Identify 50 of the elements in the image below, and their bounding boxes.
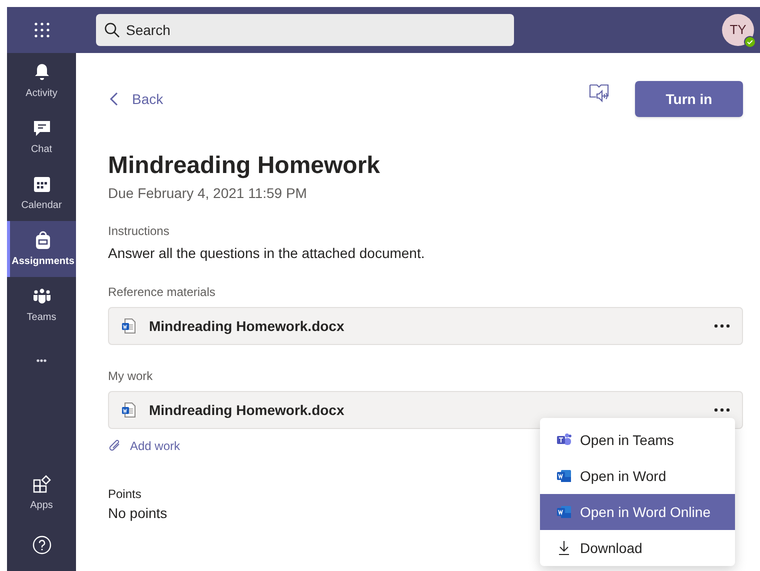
immersive-reader-icon[interactable] — [589, 83, 609, 103]
sidebar-item[interactable]: Teams — [7, 277, 76, 333]
more-options-icon[interactable] — [714, 324, 730, 328]
file-name: Mindreading Homework.docx — [149, 316, 344, 336]
word-file-icon — [121, 318, 137, 334]
sidebar-label: Calendar — [21, 198, 62, 212]
chevron-left-icon — [108, 91, 120, 107]
due-date: Due February 4, 2021 11:59 PM — [108, 184, 308, 203]
menu-item[interactable]: Download — [540, 530, 735, 566]
back-link[interactable]: Back — [108, 88, 164, 110]
avatar[interactable]: TY — [722, 14, 754, 46]
sidebar-label: Assignments — [12, 254, 74, 268]
turn-in-button[interactable]: Turn in — [635, 81, 743, 117]
sidebar-label: Apps — [30, 498, 53, 512]
more-options-icon[interactable] — [714, 408, 730, 412]
word-icon — [556, 504, 572, 520]
sidebar-label: Chat — [30, 142, 52, 156]
teams-logo-icon — [556, 432, 572, 448]
section-label: Reference materials — [108, 284, 216, 301]
points-value: No points — [108, 504, 168, 523]
sidebar-label: Activity — [26, 86, 58, 100]
section-label: My work — [108, 368, 154, 385]
file-name: Mindreading Homework.docx — [149, 400, 344, 420]
paperclip-icon — [108, 439, 122, 453]
file-card[interactable]: Mindreading Homework.docx — [108, 391, 743, 429]
sidebar-item[interactable]: Assignments — [7, 221, 76, 277]
search-field[interactable]: Search — [96, 14, 514, 46]
backpack-icon — [33, 230, 53, 250]
search-icon — [104, 22, 120, 38]
sidebar-item[interactable]: Activity — [7, 53, 76, 109]
menu-item[interactable]: Open in Word — [540, 458, 735, 494]
word-icon — [556, 468, 572, 484]
assignment-title: Mindreading Homework — [108, 151, 382, 181]
help-icon — [32, 535, 52, 555]
app-grid-icon[interactable] — [34, 22, 50, 38]
section-label: Points — [108, 486, 142, 503]
sidebar-item[interactable]: Calendar — [7, 165, 76, 221]
sidebar-item[interactable]: Apps — [7, 467, 76, 519]
sidebar-label: Teams — [26, 310, 56, 324]
download-icon — [556, 540, 572, 556]
add-work-link[interactable]: Add work — [108, 437, 180, 455]
file-card[interactable]: Mindreading Homework.docx — [108, 307, 743, 345]
sidebar-item[interactable]: ••• — [7, 333, 76, 389]
section-label: Instructions — [108, 223, 170, 240]
menu-item[interactable]: Open in Word Online — [540, 494, 735, 530]
apps-icon — [32, 474, 52, 494]
word-file-icon — [121, 402, 137, 418]
sidebar-item[interactable]: Chat — [7, 109, 76, 165]
sidebar-label: ••• — [36, 354, 47, 368]
instructions-text: Answer all the questions in the attached document. — [108, 244, 426, 263]
